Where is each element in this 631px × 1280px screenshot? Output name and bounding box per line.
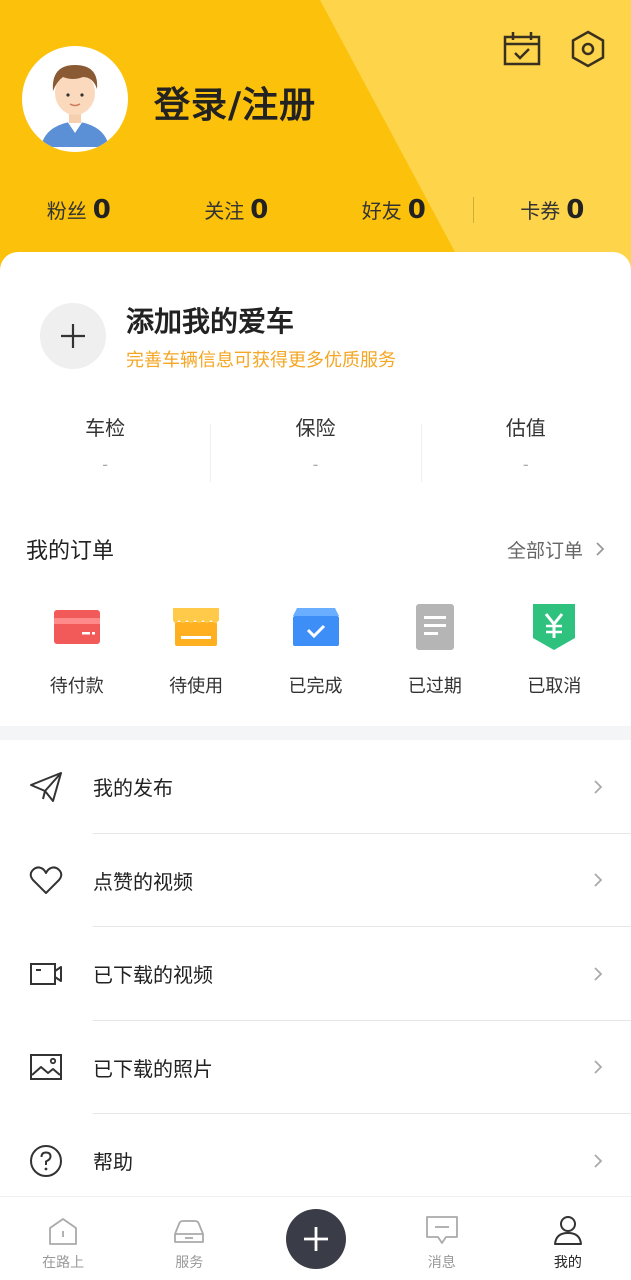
orders-title: 我的订单: [26, 539, 115, 564]
document-icon: [415, 604, 454, 650]
video-camera-icon: [28, 956, 64, 992]
settings-hexagon-icon[interactable]: [569, 30, 607, 68]
profile-header: 登录/注册 粉丝 0 关注 0 好友 0 卡券 0: [0, 0, 631, 280]
orders-header: 我的订单 全部订单: [0, 534, 631, 564]
publish-button[interactable]: [285, 1208, 346, 1269]
card-icon: [53, 610, 100, 644]
menu-label: 帮助: [93, 1150, 133, 1175]
shop-icon: [173, 608, 220, 646]
menu-my-posts[interactable]: 我的发布: [0, 740, 631, 834]
tab-label: 服务: [175, 1255, 204, 1271]
car-stat-value: -: [312, 455, 319, 474]
user-icon: [553, 1216, 582, 1245]
menu-label: 已下载的视频: [93, 963, 213, 988]
order-label: 待付款: [49, 676, 104, 697]
menu-label: 点赞的视频: [93, 869, 193, 894]
tab-service[interactable]: 服务: [126, 1197, 252, 1280]
message-icon: [425, 1216, 458, 1244]
menu-label: 已下载的照片: [93, 1056, 213, 1081]
heart-icon: [28, 862, 64, 898]
chevron-right-icon: [594, 873, 603, 887]
stat-value: 0: [407, 195, 426, 225]
stat-value: 0: [250, 195, 269, 225]
car-stat-label: 保险: [295, 416, 336, 440]
tab-messages[interactable]: 消息: [379, 1197, 505, 1280]
menu-label: 我的发布: [93, 776, 173, 801]
section-separator: [0, 726, 631, 740]
order-cancelled[interactable]: 已取消: [495, 602, 614, 698]
order-to-use[interactable]: 待使用: [136, 602, 255, 698]
calendar-check-icon[interactable]: [503, 30, 541, 68]
chevron-right-icon: [596, 542, 605, 556]
stat-value: 0: [92, 195, 111, 225]
chevron-right-icon: [594, 1154, 603, 1168]
stat-following[interactable]: 关注 0: [158, 195, 316, 225]
tab-label: 我的: [553, 1255, 582, 1271]
social-stats: 粉丝 0 关注 0 好友 0 卡券 0: [0, 190, 631, 230]
order-expired[interactable]: 已过期: [375, 602, 494, 698]
chevron-right-icon: [594, 967, 603, 981]
bottom-tab-bar: 在路上 服务 消息 我的: [0, 1196, 631, 1280]
car-icon: [174, 1220, 205, 1243]
add-car-button[interactable]: [40, 303, 106, 369]
plus-icon: [61, 324, 85, 348]
all-orders-link[interactable]: 全部订单: [507, 536, 605, 563]
order-label: 已完成: [288, 676, 343, 697]
menu-downloaded-photos[interactable]: 已下载的照片: [0, 1021, 631, 1114]
tab-label: 消息: [427, 1255, 456, 1271]
order-label: 已过期: [407, 676, 462, 697]
menu-downloaded-videos[interactable]: 已下载的视频: [0, 927, 631, 1021]
top-icons: [503, 30, 607, 68]
stat-label: 好友: [361, 199, 402, 223]
login-register-link[interactable]: 登录/注册: [154, 76, 316, 128]
stat-coupons[interactable]: 卡券 0: [474, 195, 631, 225]
car-stat-label: 估值: [505, 416, 546, 440]
chevron-right-icon: [594, 780, 603, 794]
order-status-row: 待付款 待使用 已完成 已过期 已取消: [0, 602, 631, 698]
image-icon: [28, 1049, 64, 1085]
stat-fans[interactable]: 粉丝 0: [0, 195, 158, 225]
help-icon: [28, 1143, 64, 1179]
car-stat-inspection[interactable]: 车检 -: [0, 412, 210, 482]
stat-label: 关注: [204, 199, 245, 223]
tab-label: 在路上: [42, 1255, 85, 1271]
chevron-right-icon: [594, 1060, 603, 1074]
order-completed[interactable]: 已完成: [256, 602, 375, 698]
car-stat-insurance[interactable]: 保险 -: [210, 412, 420, 482]
add-car-title: 添加我的爱车: [126, 305, 295, 338]
order-label: 已取消: [527, 676, 582, 697]
plus-icon: [303, 1226, 328, 1251]
box-check-icon: [292, 608, 339, 646]
add-car-section[interactable]: 添加我的爱车 完善车辆信息可获得更多优质服务: [40, 300, 396, 372]
stat-friends[interactable]: 好友 0: [315, 195, 473, 225]
yen-badge-icon: [533, 604, 576, 650]
paper-plane-icon: [28, 769, 64, 805]
order-pending-payment[interactable]: 待付款: [17, 602, 136, 698]
car-stat-value: -: [522, 455, 529, 474]
order-label: 待使用: [169, 676, 224, 697]
avatar[interactable]: [22, 46, 128, 152]
menu-list: 我的发布 点赞的视频 已下载的视频 已下载的照片 帮助: [0, 740, 631, 1208]
stat-value: 0: [566, 195, 585, 225]
menu-help[interactable]: 帮助: [0, 1114, 631, 1208]
tab-publish[interactable]: [252, 1197, 378, 1280]
add-car-text: 添加我的爱车 完善车辆信息可获得更多优质服务: [126, 300, 396, 372]
stat-label: 粉丝: [46, 199, 87, 223]
tab-on-the-road[interactable]: 在路上: [0, 1197, 126, 1280]
menu-liked-videos[interactable]: 点赞的视频: [0, 834, 631, 927]
all-orders-label: 全部订单: [506, 539, 583, 562]
avatar-illustration: [41, 65, 109, 147]
car-stat-value: -: [102, 455, 109, 474]
car-stat-valuation[interactable]: 估值 -: [420, 412, 631, 482]
stat-label: 卡券: [520, 199, 561, 223]
add-car-subtitle: 完善车辆信息可获得更多优质服务: [126, 350, 396, 371]
main-card: 添加我的爱车 完善车辆信息可获得更多优质服务 车检 - 保险 - 估值 - 我的…: [0, 252, 631, 732]
home-icon: [49, 1218, 77, 1245]
car-stats: 车检 - 保险 - 估值 -: [0, 412, 631, 482]
car-stat-label: 车检: [85, 416, 126, 440]
tab-mine[interactable]: 我的: [505, 1197, 631, 1280]
